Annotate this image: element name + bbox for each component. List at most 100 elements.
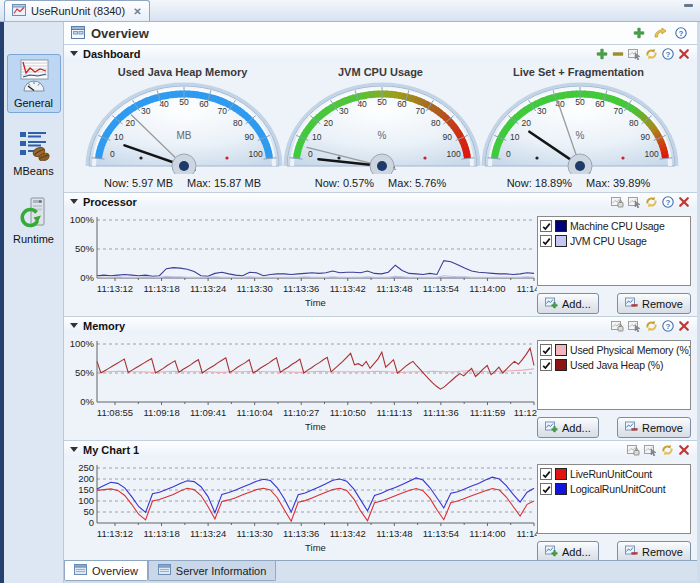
- remove-chart-icon: [625, 297, 638, 311]
- pointer-icon[interactable]: [644, 444, 657, 456]
- minimize-icon[interactable]: [684, 4, 693, 7]
- remove-button[interactable]: Remove: [617, 417, 691, 438]
- svg-text:11:13:24: 11:13:24: [190, 283, 226, 294]
- svg-text:30: 30: [339, 106, 349, 116]
- svg-text:11:13:36: 11:13:36: [283, 528, 319, 539]
- close-icon[interactable]: [678, 444, 690, 456]
- legend-item: Used Physical Memory (%): [540, 344, 688, 356]
- help-icon[interactable]: ?: [675, 27, 687, 39]
- gauge-max: Max: 39.89%: [586, 177, 650, 189]
- tab-server-information[interactable]: Server Information: [148, 561, 276, 581]
- svg-text:11:13:48: 11:13:48: [376, 528, 412, 539]
- svg-text:0%: 0%: [80, 396, 94, 407]
- refresh-icon[interactable]: [645, 48, 658, 60]
- section-title: Dashboard: [83, 48, 140, 60]
- svg-text:11:10:50: 11:10:50: [330, 407, 366, 418]
- add-button[interactable]: Add...: [537, 417, 599, 438]
- collapse-arrow-icon[interactable]: [70, 323, 78, 328]
- svg-text:100: 100: [446, 149, 460, 159]
- collapse-arrow-icon[interactable]: [70, 447, 78, 452]
- add-icon[interactable]: [596, 48, 608, 60]
- gauge-now: Now: 0.57%: [315, 177, 374, 189]
- lock-icon[interactable]: [611, 196, 624, 208]
- svg-text:20: 20: [521, 118, 531, 128]
- svg-text:11:13:30: 11:13:30: [237, 283, 273, 294]
- svg-text:50: 50: [179, 97, 189, 107]
- add-button[interactable]: Add...: [537, 293, 599, 314]
- remove-button[interactable]: Remove: [617, 293, 691, 314]
- svg-text:60: 60: [595, 99, 605, 109]
- sidebar-item-runtime[interactable]: Runtime: [7, 192, 61, 249]
- series-swatch: [555, 235, 567, 247]
- svg-text:?: ?: [666, 197, 671, 206]
- sidebar-item-mbeans[interactable]: MBeans: [7, 124, 61, 181]
- gauge-dial: 0102030405060708090100%: [282, 82, 482, 174]
- editor-tab[interactable]: UseRunUnit (8340) ✕: [4, 0, 150, 21]
- legend-item: LogicalRunUnitCount: [540, 483, 688, 495]
- checkbox[interactable]: [540, 483, 552, 495]
- add-button[interactable]: Add...: [537, 541, 599, 562]
- remove-chart-icon: [625, 421, 638, 435]
- gauge-now: Now: 5.97 MB: [104, 177, 173, 189]
- refresh-icon[interactable]: [661, 444, 674, 456]
- close-icon[interactable]: [678, 48, 690, 60]
- checkbox[interactable]: [540, 344, 552, 356]
- lock-icon[interactable]: [611, 320, 624, 332]
- refresh-icon[interactable]: [645, 196, 658, 208]
- section-header-my-chart-1[interactable]: My Chart 1: [64, 440, 697, 458]
- checkbox[interactable]: [540, 235, 552, 247]
- svg-text:11:13:12: 11:13:12: [97, 283, 133, 294]
- svg-text:60: 60: [397, 99, 407, 109]
- sidebar-item-general[interactable]: General: [7, 54, 61, 113]
- svg-text:11:11:59: 11:11:59: [470, 407, 506, 418]
- checkbox[interactable]: [540, 359, 552, 371]
- svg-text:11:13:48: 11:13:48: [376, 283, 412, 294]
- sidebar-item-label: Runtime: [8, 233, 60, 245]
- close-icon[interactable]: [678, 320, 690, 332]
- help-icon[interactable]: ?: [662, 320, 674, 332]
- refresh-icon[interactable]: [645, 320, 658, 332]
- add-icon[interactable]: [633, 27, 645, 39]
- collapse-arrow-icon[interactable]: [70, 51, 78, 56]
- pointer-icon[interactable]: [628, 196, 641, 208]
- curve-icon[interactable]: [653, 27, 667, 39]
- remove-button[interactable]: Remove: [617, 541, 691, 562]
- gauge-title: Live Set + Fragmentation: [480, 66, 678, 81]
- memory-legend: Used Physical Memory (%)Used Java Heap (…: [537, 340, 691, 410]
- svg-text:11:13:24: 11:13:24: [190, 528, 226, 539]
- section-toolbar: ?: [611, 320, 697, 332]
- lock-icon[interactable]: [627, 444, 640, 456]
- tab-label: Overview: [92, 565, 138, 577]
- collapse-arrow-icon[interactable]: [70, 199, 78, 204]
- pointer-icon[interactable]: [628, 320, 641, 332]
- svg-text:?: ?: [666, 321, 671, 330]
- tab-overview[interactable]: Overview: [64, 561, 148, 581]
- series-name: LogicalRunUnitCount: [570, 483, 665, 495]
- svg-text:50: 50: [377, 97, 387, 107]
- checkbox[interactable]: [540, 220, 552, 232]
- series-swatch: [555, 468, 567, 480]
- svg-text:0: 0: [89, 517, 94, 528]
- close-icon[interactable]: [678, 196, 690, 208]
- series-swatch: [555, 483, 567, 495]
- svg-text:150: 150: [78, 484, 94, 495]
- svg-text:11:10:04: 11:10:04: [237, 407, 273, 418]
- help-icon[interactable]: ?: [662, 48, 674, 60]
- legend-item: Machine CPU Usage: [540, 220, 688, 232]
- gauge-cpu: JVM CPU Usage 0102030405060708090100% No…: [282, 66, 480, 192]
- series-name: JVM CPU Usage: [570, 235, 647, 247]
- minus-icon[interactable]: [612, 48, 624, 60]
- add-chart-icon: [545, 297, 558, 311]
- svg-text:11:14:00: 11:14:00: [469, 283, 505, 294]
- svg-text:80: 80: [233, 118, 243, 128]
- svg-text:100%: 100%: [70, 338, 95, 349]
- gauge-now: Now: 18.89%: [507, 177, 572, 189]
- close-icon[interactable]: ✕: [133, 6, 141, 17]
- checkbox[interactable]: [540, 468, 552, 480]
- pointer-icon[interactable]: [628, 48, 641, 60]
- section-header-processor[interactable]: Processor ?: [64, 192, 697, 210]
- section-header-memory[interactable]: Memory ?: [64, 316, 697, 334]
- section-header-dashboard[interactable]: Dashboard ?: [64, 44, 697, 62]
- sidebar-item-label: MBeans: [8, 165, 60, 177]
- help-icon[interactable]: ?: [662, 196, 674, 208]
